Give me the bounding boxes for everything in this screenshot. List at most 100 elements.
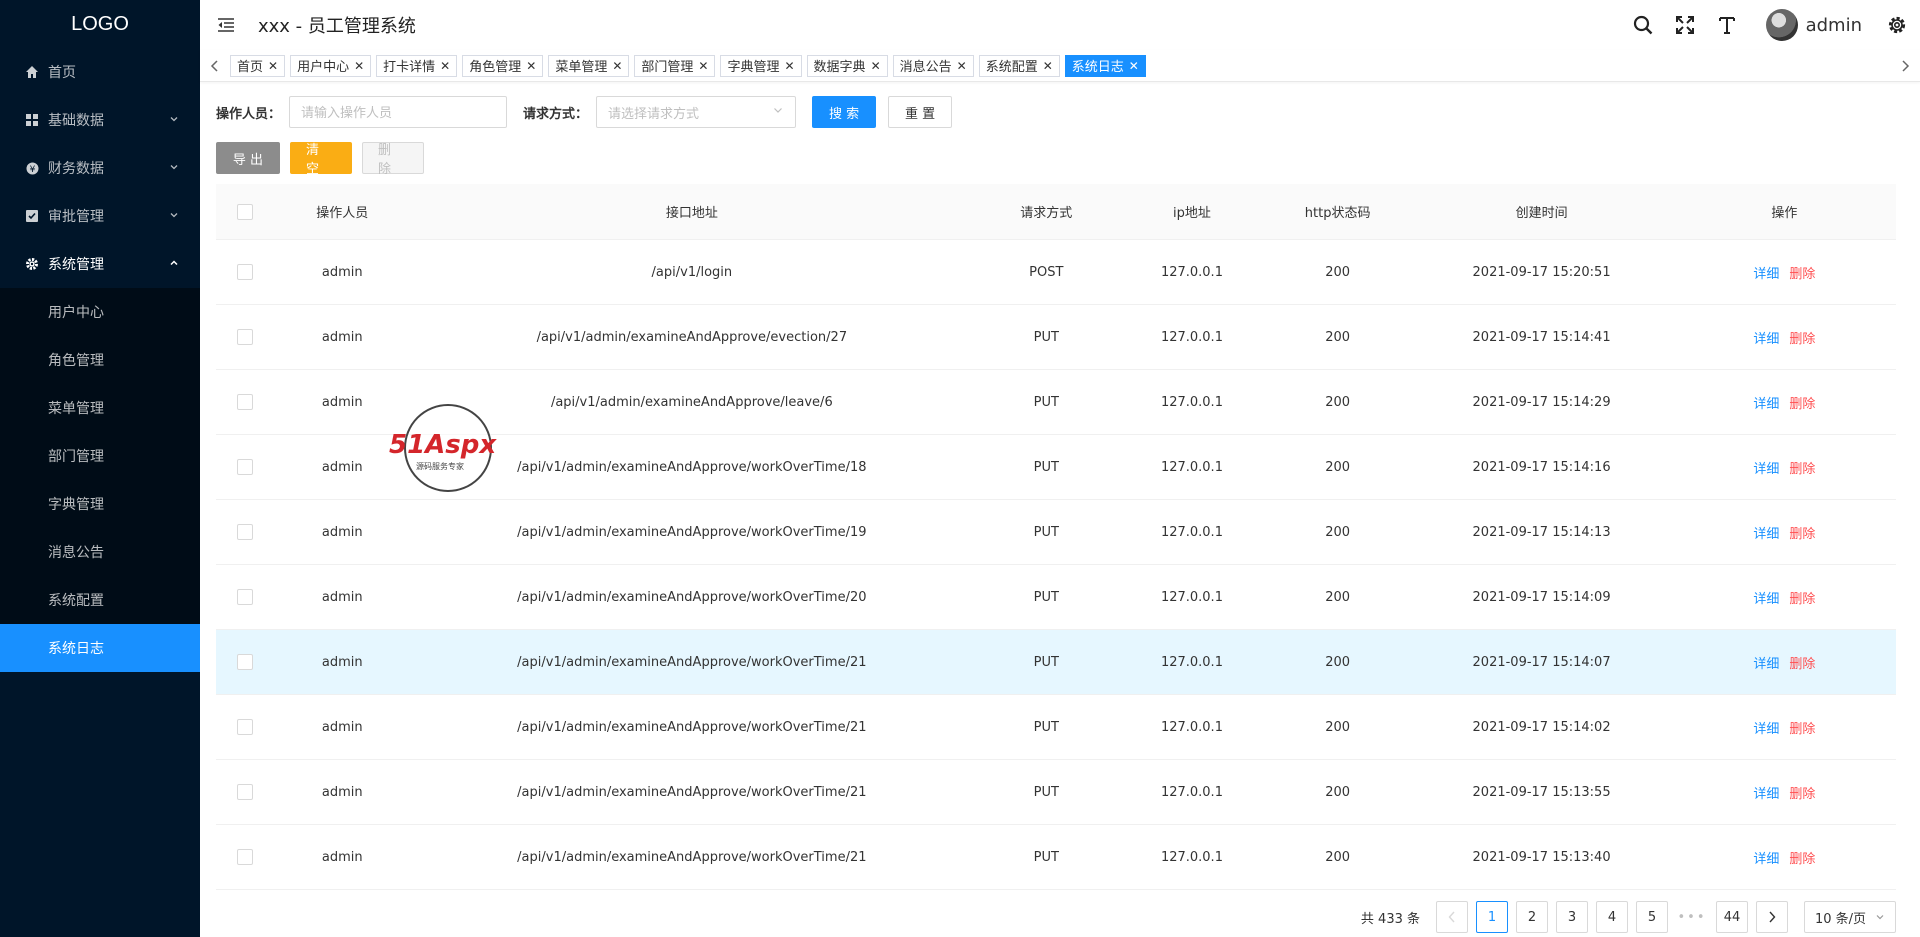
delete-link[interactable]: 删除 bbox=[1789, 462, 1815, 477]
delete-link[interactable]: 删除 bbox=[1789, 267, 1815, 282]
row-checkbox[interactable] bbox=[237, 719, 254, 735]
row-checkbox[interactable] bbox=[237, 654, 254, 670]
row-checkbox[interactable] bbox=[237, 329, 254, 345]
close-icon[interactable]: ✕ bbox=[957, 59, 967, 73]
delete-link[interactable]: 删除 bbox=[1789, 787, 1815, 802]
page-button[interactable]: 4 bbox=[1596, 901, 1628, 933]
fullscreen-icon[interactable] bbox=[1674, 14, 1696, 36]
tab-home[interactable]: 首页 ✕ bbox=[230, 54, 286, 77]
close-icon[interactable]: ✕ bbox=[784, 59, 794, 73]
reset-button[interactable]: 重 置 bbox=[888, 96, 953, 128]
close-icon[interactable]: ✕ bbox=[698, 59, 708, 73]
close-icon[interactable]: ✕ bbox=[1129, 59, 1139, 73]
row-checkbox[interactable] bbox=[237, 394, 254, 410]
menu-fold-icon[interactable] bbox=[216, 15, 236, 35]
detail-link[interactable]: 详细 bbox=[1753, 592, 1779, 607]
menu-item-home[interactable]: 首页 bbox=[0, 48, 200, 96]
settings-gear-icon[interactable] bbox=[1886, 14, 1908, 36]
close-icon[interactable]: ✕ bbox=[354, 59, 364, 73]
detail-link[interactable]: 详细 bbox=[1753, 787, 1779, 802]
page-button[interactable]: 3 bbox=[1556, 901, 1588, 933]
tab-clock-detail[interactable]: 打卡详情 ✕ bbox=[376, 54, 458, 77]
row-checkbox[interactable] bbox=[237, 524, 254, 540]
row-checkbox[interactable] bbox=[237, 264, 254, 280]
close-icon[interactable]: ✕ bbox=[612, 59, 622, 73]
delete-link[interactable]: 删除 bbox=[1789, 527, 1815, 542]
close-icon[interactable]: ✕ bbox=[268, 59, 278, 73]
tab-department[interactable]: 部门管理 ✕ bbox=[634, 54, 716, 77]
tab-data-dictionary[interactable]: 数据字典 ✕ bbox=[806, 54, 888, 77]
sidebar-item-user-center[interactable]: 用户中心 bbox=[0, 288, 200, 336]
close-icon[interactable]: ✕ bbox=[526, 59, 536, 73]
close-icon[interactable]: ✕ bbox=[440, 59, 450, 73]
avatar[interactable] bbox=[1765, 9, 1798, 41]
tab-dictionary[interactable]: 字典管理 ✕ bbox=[720, 54, 802, 77]
delete-link[interactable]: 删除 bbox=[1789, 722, 1815, 737]
method-select[interactable]: 请选择请求方式 bbox=[596, 96, 797, 128]
detail-link[interactable]: 详细 bbox=[1753, 462, 1779, 477]
tab-system-log[interactable]: 系统日志 ✕ bbox=[1064, 54, 1146, 77]
row-checkbox[interactable] bbox=[237, 589, 254, 605]
detail-link[interactable]: 详细 bbox=[1753, 527, 1779, 542]
search-button[interactable]: 搜 索 bbox=[812, 96, 877, 128]
tab-notice[interactable]: 消息公告 ✕ bbox=[892, 54, 974, 77]
page-button[interactable]: 5 bbox=[1636, 901, 1668, 933]
delete-link[interactable]: 删除 bbox=[1789, 397, 1815, 412]
gear-icon bbox=[24, 256, 40, 272]
sidebar-item-menu[interactable]: 菜单管理 bbox=[0, 384, 200, 432]
tab-scroll-right-icon[interactable] bbox=[1890, 50, 1920, 82]
close-icon[interactable]: ✕ bbox=[871, 59, 881, 73]
sidebar-item-notice[interactable]: 消息公告 bbox=[0, 528, 200, 576]
tab-label: 系统日志 bbox=[1071, 60, 1124, 75]
username[interactable]: admin bbox=[1806, 15, 1862, 36]
sidebar-item-role[interactable]: 角色管理 bbox=[0, 336, 200, 384]
detail-link[interactable]: 详细 bbox=[1753, 722, 1779, 737]
url-cell: /api/v1/admin/examineAndApprove/workOver… bbox=[517, 784, 867, 800]
menu-item-basic-data[interactable]: 基础数据 bbox=[0, 96, 200, 144]
detail-link[interactable]: 详细 bbox=[1753, 852, 1779, 867]
page-button[interactable]: 2 bbox=[1516, 901, 1548, 933]
export-button[interactable]: 导 出 bbox=[216, 142, 280, 174]
tab-role[interactable]: 角色管理 ✕ bbox=[462, 54, 544, 77]
search-icon[interactable] bbox=[1632, 14, 1654, 36]
page-button-last[interactable]: 44 bbox=[1716, 901, 1748, 933]
row-checkbox[interactable] bbox=[237, 849, 254, 865]
operator-input[interactable] bbox=[289, 96, 508, 128]
tab-user-center[interactable]: 用户中心 ✕ bbox=[290, 54, 372, 77]
select-all-checkbox[interactable] bbox=[237, 203, 254, 220]
clear-button[interactable]: 清 空 bbox=[290, 142, 352, 177]
detail-link[interactable]: 详细 bbox=[1753, 332, 1779, 347]
tab-config[interactable]: 系统配置 ✕ bbox=[978, 54, 1060, 77]
menu-label: 财务数据 bbox=[48, 161, 104, 177]
close-icon[interactable]: ✕ bbox=[1043, 59, 1053, 73]
menu-item-finance-data[interactable]: ¥ 财务数据 bbox=[0, 144, 200, 192]
sidebar-item-system-log[interactable]: 系统日志 bbox=[0, 624, 200, 672]
detail-link[interactable]: 详细 bbox=[1753, 267, 1779, 282]
sidebar-item-dictionary[interactable]: 字典管理 bbox=[0, 480, 200, 528]
detail-link[interactable]: 详细 bbox=[1753, 397, 1779, 412]
page-button[interactable]: 1 bbox=[1476, 901, 1508, 933]
pagination-ellipsis[interactable]: ••• bbox=[1676, 910, 1708, 925]
delete-link[interactable]: 删除 bbox=[1789, 657, 1815, 672]
row-checkbox[interactable] bbox=[237, 459, 254, 475]
menu-item-approval[interactable]: 审批管理 bbox=[0, 192, 200, 240]
sidebar-item-config[interactable]: 系统配置 bbox=[0, 576, 200, 624]
sidebar-item-department[interactable]: 部门管理 bbox=[0, 432, 200, 480]
menu-item-system[interactable]: 系统管理 bbox=[0, 240, 200, 288]
status-code-cell: 200 bbox=[1325, 524, 1351, 540]
tab-scroll-left-icon[interactable] bbox=[200, 50, 230, 82]
prev-page-button[interactable] bbox=[1436, 901, 1468, 933]
delete-button[interactable]: 删 除 bbox=[362, 142, 424, 177]
delete-link[interactable]: 删除 bbox=[1789, 332, 1815, 347]
page-size-select[interactable]: 10 条/页 bbox=[1804, 901, 1896, 933]
row-select-cell bbox=[216, 719, 274, 735]
table-row: admin/api/v1/admin/examineAndApprove/wor… bbox=[216, 760, 1896, 825]
next-page-button[interactable] bbox=[1756, 901, 1788, 933]
method-cell: PUT bbox=[1033, 524, 1059, 540]
delete-link[interactable]: 删除 bbox=[1789, 852, 1815, 867]
tab-menu[interactable]: 菜单管理 ✕ bbox=[548, 54, 630, 77]
delete-link[interactable]: 删除 bbox=[1789, 592, 1815, 607]
font-size-icon[interactable] bbox=[1716, 14, 1738, 36]
detail-link[interactable]: 详细 bbox=[1753, 657, 1779, 672]
row-checkbox[interactable] bbox=[237, 784, 254, 800]
